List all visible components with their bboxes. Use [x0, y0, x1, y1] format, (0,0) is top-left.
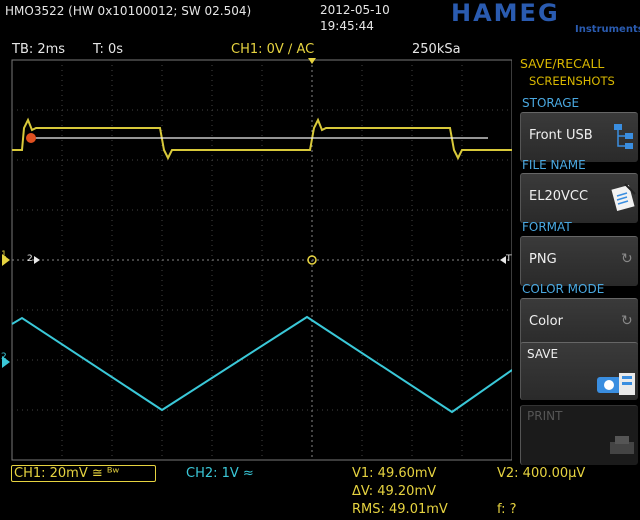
print-label: PRINT: [527, 409, 563, 423]
format-value: PNG: [529, 252, 557, 267]
ch2-marker-label: 2: [1, 352, 7, 362]
time-display: 19:45:44: [320, 19, 374, 33]
edit-file-icon: [611, 183, 636, 211]
printer-icon: [610, 436, 634, 454]
format-button[interactable]: PNG ↻: [520, 236, 638, 286]
storage-button[interactable]: Front USB: [520, 112, 638, 162]
ch2-waveform: [11, 315, 512, 414]
trigger-time-readout[interactable]: T: 0s: [93, 42, 123, 57]
ch1-marker-label: 1: [1, 250, 7, 260]
menu-title: SAVE/RECALL: [520, 56, 605, 71]
ch1-trigger-readout[interactable]: CH1: 0V ∕ AC: [231, 42, 314, 57]
ch1-scale: CH1: 20mV ≅ ᴮʷ: [14, 466, 120, 481]
scope-display[interactable]: [0, 58, 512, 462]
save-label: SAVE: [527, 347, 559, 361]
color-mode-value: Color: [529, 314, 563, 329]
file-name-label: FILE NAME: [522, 158, 586, 172]
rms-readout: RMS: 49.01mV: [352, 502, 448, 517]
print-button[interactable]: PRINT: [520, 405, 638, 465]
ch2-ref-label: 2: [27, 254, 33, 264]
date-display: 2012-05-10: [320, 3, 390, 17]
sample-rate-readout: 250kSa: [412, 42, 461, 57]
v2-readout: V2: 400.00µV: [497, 466, 586, 481]
brand-subtitle: Instruments: [575, 24, 640, 35]
usb-tree-icon: [614, 124, 633, 149]
frequency-readout: f: ?: [497, 502, 517, 517]
file-name-value: EL20VCC: [529, 189, 589, 204]
brand-logo: HAMEG: [451, 0, 560, 27]
device-info: HMO3522 (HW 0x10100012; SW 02.504): [5, 4, 252, 18]
color-mode-button[interactable]: Color ↻: [520, 298, 638, 348]
ch2-scale[interactable]: CH2: 1V ≈: [186, 466, 254, 481]
trigger-position-marker: [308, 58, 316, 64]
format-label: FORMAT: [522, 220, 572, 234]
ch2-ref-arrow: [34, 256, 40, 264]
menu-subtitle: SCREENSHOTS: [529, 74, 615, 88]
cycle-arrow-icon: ↻: [621, 251, 633, 267]
file-name-button[interactable]: EL20VCC: [520, 173, 638, 223]
trigger-marker-label: T: [506, 254, 512, 264]
v1-readout: V1: 49.60mV: [352, 466, 437, 481]
storage-value: Front USB: [529, 128, 593, 143]
delta-v-readout: ΔV: 49.20mV: [352, 484, 437, 499]
timebase-readout[interactable]: TB: 2ms: [12, 42, 65, 57]
storage-label: STORAGE: [522, 96, 580, 110]
cycle-arrow-icon: ↻: [621, 313, 633, 329]
cursor-marker: [26, 133, 36, 143]
save-button[interactable]: SAVE: [520, 342, 638, 400]
color-mode-label: COLOR MODE: [522, 282, 605, 296]
camera-save-icon: [597, 373, 635, 395]
